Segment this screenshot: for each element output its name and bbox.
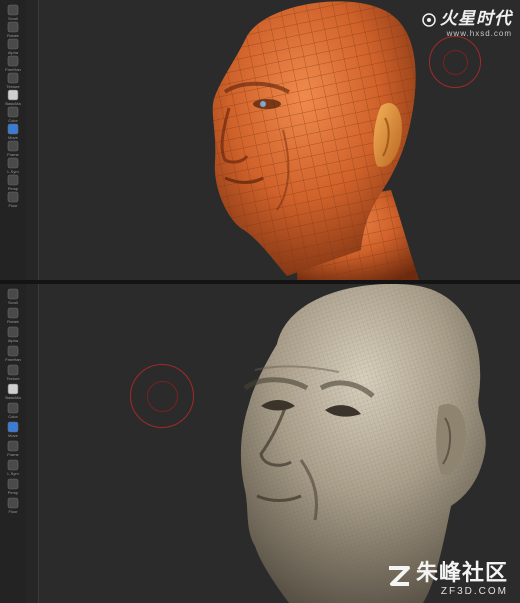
floor-icon — [7, 497, 19, 509]
toolbar-button-persp[interactable]: Persp — [5, 478, 21, 495]
toolbar-label: Frame — [7, 452, 19, 457]
scroll-icon — [7, 288, 19, 300]
left-toolbar: Scroll Rotate Alpha FreeHan Texture BasicMa Co… — [0, 0, 27, 280]
zf3d-logo: 朱峰社区 ZF3D.COM — [386, 555, 508, 597]
persp-icon — [7, 478, 19, 490]
lsym-icon — [7, 459, 19, 471]
stroke-icon — [7, 345, 19, 357]
sculpt-icon — [7, 421, 19, 433]
toolbar-button-frame[interactable]: Frame — [5, 140, 21, 157]
sculpt-icon — [7, 123, 19, 135]
toolbar-button-freehan[interactable]: FreeHan — [5, 345, 21, 362]
lsym-icon — [7, 157, 19, 169]
toolbar-button-alpha[interactable]: Alpha — [5, 38, 21, 55]
toolbar-button-floor[interactable]: Floor — [5, 191, 21, 208]
zf3d-mark-icon — [388, 566, 410, 586]
material-icon — [7, 383, 19, 395]
alpha-icon — [7, 38, 19, 50]
hxsd-brand: 火星时代 — [440, 9, 512, 28]
toolbar-button-move[interactable]: Move — [5, 421, 21, 438]
texture-icon — [7, 364, 19, 376]
left-toolbar: Scroll Rotate Alpha FreeHan Texture BasicMa Co… — [0, 284, 27, 603]
toolbar-button-scroll[interactable]: Scroll — [5, 288, 21, 305]
toolbar-label: Texture — [6, 376, 20, 381]
toolbar-button-rotate[interactable]: Rotate — [5, 307, 21, 324]
toolbar-button-floor[interactable]: Floor — [5, 497, 21, 514]
toolbar-button-basicma[interactable]: BasicMa — [5, 89, 21, 106]
rotate-icon — [7, 307, 19, 319]
toolbar-button-rotate[interactable]: Rotate — [5, 21, 21, 38]
canvas-viewport[interactable] — [39, 0, 520, 280]
hxsd-logo: 火星时代 www.hxsd.com — [421, 4, 512, 38]
toolbar-label: Floor — [8, 509, 18, 514]
toolbar-button-frame[interactable]: Frame — [5, 440, 21, 457]
color-icon — [7, 402, 19, 414]
toolbar-button-move[interactable]: Move — [5, 123, 21, 140]
material-icon — [7, 89, 19, 101]
persp-icon — [7, 174, 19, 186]
toolbar-button-l-sym[interactable]: L.Sym — [5, 157, 21, 174]
toolbar-label: Move — [8, 433, 18, 438]
toolbar-button-texture[interactable]: Texture — [5, 364, 21, 381]
toolbar-button-scroll[interactable]: Scroll — [5, 4, 21, 21]
toolbar-button-persp[interactable]: Persp — [5, 174, 21, 191]
hxsd-url: www.hxsd.com — [446, 29, 512, 38]
toolbar-button-color[interactable]: Color — [5, 402, 21, 419]
toolbar-label: L.Sym — [7, 471, 19, 476]
frame-icon — [7, 140, 19, 152]
toolbar-button-freehan[interactable]: FreeHan — [5, 55, 21, 72]
brush-cursor-ring — [130, 364, 194, 428]
eye-shape — [253, 99, 281, 109]
stroke-icon — [7, 55, 19, 67]
brush-cursor-ring — [429, 36, 481, 88]
color-icon — [7, 106, 19, 118]
bottom-zbrush-panel: Scroll Rotate Alpha FreeHan Texture BasicMa Co… — [0, 284, 520, 603]
toolbar-label: Persp — [7, 490, 19, 495]
texture-icon — [7, 72, 19, 84]
zf3d-brand: 朱峰社区 — [415, 560, 508, 586]
toolbar-label: BasicMa — [5, 395, 21, 400]
toolbar-label: FreeHan — [5, 357, 21, 362]
toolbar-label: Rotate — [7, 319, 19, 324]
top-zbrush-panel: Scroll Rotate Alpha FreeHan Texture BasicMa Co… — [0, 0, 520, 280]
toolbar-button-basicma[interactable]: BasicMa — [5, 383, 21, 400]
toolbar-label: Floor — [8, 203, 18, 208]
left-tray[interactable] — [26, 0, 39, 280]
frame-icon — [7, 440, 19, 452]
toolbar-label: Alpha — [7, 338, 19, 343]
floor-icon — [7, 191, 19, 203]
hxsd-mark-icon — [421, 13, 436, 27]
toolbar-button-texture[interactable]: Texture — [5, 72, 21, 89]
toolbar-button-l-sym[interactable]: L.Sym — [5, 459, 21, 476]
toolbar-label: Color — [8, 414, 18, 419]
scroll-icon — [7, 4, 19, 16]
toolbar-button-alpha[interactable]: Alpha — [5, 326, 21, 343]
rotate-icon — [7, 21, 19, 33]
alpha-icon — [7, 326, 19, 338]
left-tray[interactable] — [26, 284, 39, 603]
toolbar-button-color[interactable]: Color — [5, 106, 21, 123]
toolbar-label: Scroll — [7, 300, 18, 305]
